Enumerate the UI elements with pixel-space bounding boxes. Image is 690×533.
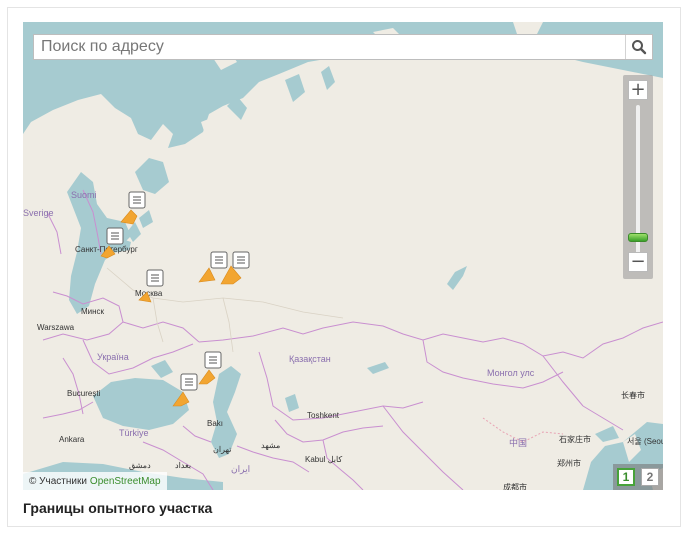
- label-mashhad: مشهد: [261, 441, 280, 450]
- label-shijiazhuang: 石家庄市: [559, 434, 591, 444]
- label-ukraina: Україна: [97, 352, 129, 362]
- map-tiles: Suomi Sverige Санкт-Петербург Москва Мин…: [23, 22, 663, 490]
- zoom-control: + −: [623, 75, 653, 279]
- label-china: 中国: [509, 437, 527, 448]
- label-changchun: 长春市: [621, 390, 645, 400]
- map-attribution: © Участники OpenStreetMap: [23, 472, 167, 490]
- page-2-button[interactable]: 2: [641, 468, 659, 486]
- osm-link[interactable]: OpenStreetMap: [90, 476, 161, 487]
- label-kazakhstan: Қазақстан: [289, 354, 331, 364]
- zoom-in-button[interactable]: +: [628, 80, 648, 100]
- search-button[interactable]: [625, 35, 652, 59]
- label-iran: ایران: [231, 464, 250, 475]
- address-search-input[interactable]: [34, 35, 625, 59]
- page-1-button[interactable]: 1: [617, 468, 635, 486]
- label-kabul: Kabul کابل: [305, 455, 342, 464]
- label-baghdad: بغداد: [175, 461, 191, 470]
- label-tashkent: Toshkent: [307, 411, 340, 420]
- label-suomi: Suomi: [71, 190, 97, 200]
- label-turkiye: Türkiye: [119, 428, 149, 438]
- label-warszawa: Warszawa: [37, 323, 75, 332]
- attribution-prefix: © Участники: [29, 475, 87, 487]
- label-sverige: Sverige: [23, 208, 54, 218]
- zoom-slider-handle[interactable]: [628, 233, 648, 242]
- label-minsk: Минск: [81, 307, 105, 316]
- label-chengdu: 成都市: [503, 482, 527, 490]
- zoom-out-button[interactable]: −: [628, 252, 648, 272]
- map-viewport[interactable]: Suomi Sverige Санкт-Петербург Москва Мин…: [23, 22, 663, 490]
- search-icon: [632, 40, 647, 55]
- map-caption: Границы опытного участка: [23, 500, 213, 516]
- label-ankara: Ankara: [59, 435, 85, 444]
- label-mongol: Монгол улс: [487, 368, 535, 378]
- label-dimashq: دمشق: [129, 461, 151, 470]
- address-search-bar: [33, 34, 653, 60]
- label-bucuresti: București: [67, 389, 101, 398]
- label-tehran: تهران: [213, 445, 231, 454]
- label-seoul: 서울 (Seoul): [627, 437, 663, 446]
- label-baku: Bakı: [207, 419, 223, 428]
- map-pager: 1 2: [613, 464, 663, 490]
- label-zhengzhou: 郑州市: [557, 458, 581, 468]
